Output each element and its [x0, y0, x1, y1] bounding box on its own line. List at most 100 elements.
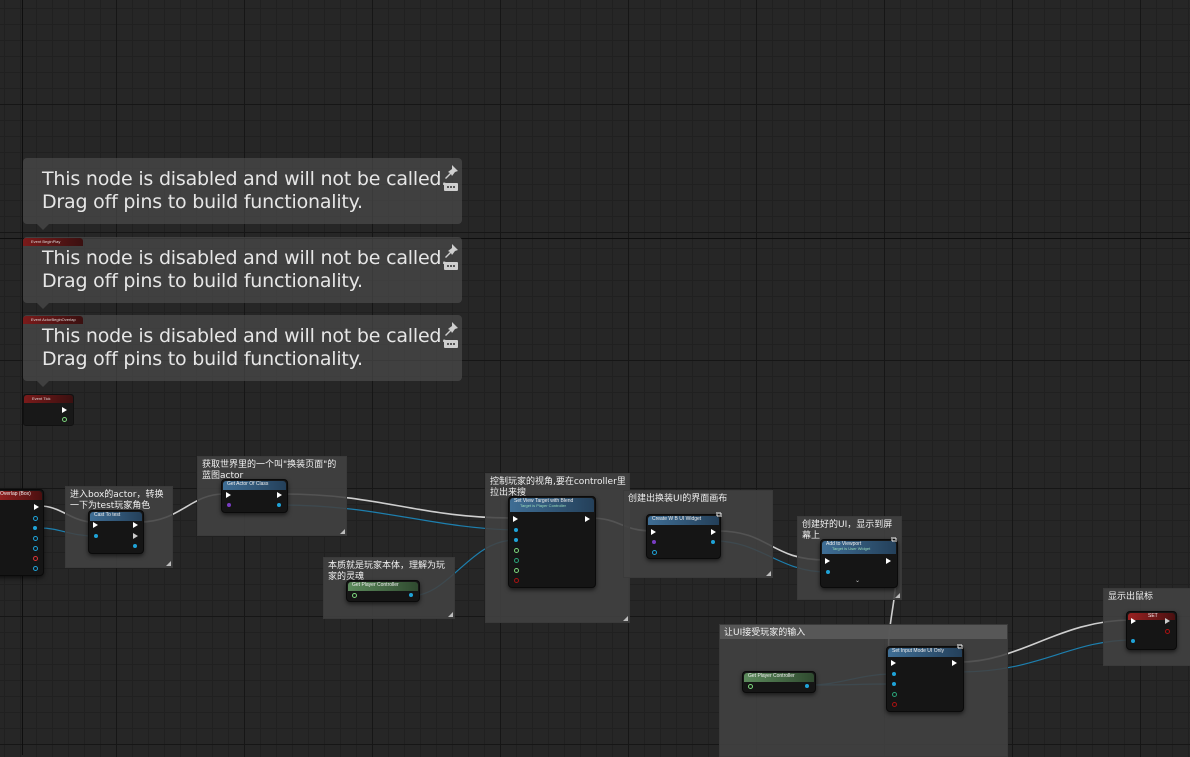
tooltip-tail — [37, 224, 49, 230]
struct-pin[interactable] — [33, 566, 38, 571]
mouse-lock-mode-pin[interactable] — [892, 692, 897, 697]
comment-bubble-icon[interactable] — [443, 182, 459, 194]
set-show-mouse-cursor-node[interactable]: SET — [1126, 611, 1177, 650]
pin-icon[interactable] — [443, 321, 459, 337]
blend-exp-pin[interactable] — [514, 568, 519, 573]
get-actor-of-class-node[interactable]: Get Actor Of Class — [221, 479, 288, 513]
object-pin[interactable] — [33, 516, 38, 521]
exec-output-pin[interactable] — [1165, 618, 1170, 624]
tooltip-line-2: Drag off pins to build functionality. — [42, 270, 363, 292]
exec-input-pin[interactable] — [651, 529, 656, 535]
add-to-viewport-node[interactable]: Add to Viewport Target is User Widget ⧉ … — [820, 535, 898, 588]
event-node-label: Event BeginPlay — [31, 239, 61, 244]
node-title: Get Player Controller — [748, 673, 795, 679]
exec-output-pin[interactable] — [34, 504, 39, 510]
node-title: Overlap (Box) — [0, 491, 31, 497]
latent-function-icon: ⧉ — [957, 642, 963, 651]
player-index-pin[interactable] — [352, 593, 357, 598]
class-input-pin[interactable] — [227, 503, 231, 507]
node-title: Set Input Mode UI Only — [892, 648, 944, 654]
event-overlap-node[interactable]: Event ActorBeginOverlap — [23, 316, 83, 324]
node-title: SET — [1148, 613, 1158, 619]
node-subtitle: Target is Player Controller — [520, 503, 567, 508]
tooltip-line-1: This node is disabled and will not be ca… — [42, 247, 448, 269]
exec-output-pin[interactable] — [133, 522, 138, 528]
return-value-pin[interactable] — [805, 684, 809, 688]
comment-bubble-icon[interactable] — [443, 261, 459, 273]
latent-function-icon: ⧉ — [891, 535, 897, 544]
tooltip-line-1: This node is disabled and will not be ca… — [42, 168, 448, 190]
event-node-label: Event ActorBeginOverlap — [31, 317, 76, 322]
comment-bubble-icon[interactable] — [443, 339, 459, 351]
return-value-pin[interactable] — [409, 593, 413, 597]
bool-pin[interactable] — [1165, 629, 1170, 634]
exec-input-pin[interactable] — [891, 660, 896, 666]
disabled-node-tooltip: This node is disabled and will not be ca… — [23, 315, 462, 387]
resize-handle[interactable] — [448, 612, 453, 617]
node-subtitle: Target is User Widget — [832, 546, 871, 551]
object-pin[interactable] — [33, 526, 37, 530]
flush-input-pin[interactable] — [892, 702, 897, 707]
get-player-controller-node[interactable]: Get Player Controller — [742, 671, 816, 693]
node-title: Create W B UI Widget — [652, 516, 702, 522]
resize-handle[interactable] — [340, 529, 345, 534]
get-player-controller-node[interactable]: Get Player Controller — [346, 580, 420, 602]
exec-output-pin[interactable] — [585, 516, 590, 522]
class-pin[interactable] — [652, 540, 656, 544]
set-input-mode-node[interactable]: Set Input Mode UI Only ⧉ — [886, 642, 964, 712]
exec-input-pin[interactable] — [93, 522, 98, 528]
return-value-pin[interactable] — [711, 540, 715, 544]
latent-function-icon: ⧉ — [716, 510, 722, 519]
exec-input-pin[interactable] — [825, 558, 830, 564]
tooltip-tail — [37, 303, 49, 309]
owning-player-pin[interactable] — [652, 550, 657, 555]
resize-handle[interactable] — [895, 593, 900, 598]
target-pin[interactable] — [826, 570, 830, 574]
target-pin[interactable] — [1131, 639, 1135, 643]
tooltip-line-1: This node is disabled and will not be ca… — [42, 325, 448, 347]
exec-output-pin[interactable] — [62, 407, 67, 413]
resize-handle[interactable] — [623, 616, 628, 621]
resize-handle[interactable] — [766, 571, 771, 576]
target-pin[interactable] — [514, 528, 518, 532]
exec-input-pin[interactable] — [1131, 618, 1136, 624]
exec-input-pin[interactable] — [513, 516, 518, 522]
object-input-pin[interactable] — [94, 534, 98, 538]
create-widget-node[interactable]: Create W B UI Widget ⧉ — [646, 510, 722, 559]
blend-time-pin[interactable] — [514, 548, 519, 553]
blend-func-pin[interactable] — [514, 558, 519, 563]
player-controller-pin[interactable] — [892, 672, 896, 676]
tooltip-tail — [37, 381, 49, 387]
exec-output-pin[interactable] — [886, 558, 891, 564]
expand-chevron-icon[interactable]: ⌄ — [855, 577, 860, 584]
cast-node[interactable]: Cast To test — [88, 510, 144, 554]
lock-outgoing-pin[interactable] — [514, 578, 519, 583]
comment-title: 进入box的actor，转换一下为test玩家角色 — [70, 490, 164, 511]
exec-output-pin[interactable] — [952, 660, 957, 666]
overlap-event-node[interactable]: Overlap (Box) — [0, 489, 44, 576]
set-view-target-node[interactable]: Set View Target with Blend Target is Pla… — [508, 496, 596, 588]
widget-to-focus-pin[interactable] — [892, 682, 896, 686]
tooltip-line-2: Drag off pins to build functionality. — [42, 191, 363, 213]
as-test-pin[interactable] — [133, 544, 137, 548]
player-index-pin[interactable] — [748, 684, 753, 689]
exec-input-pin[interactable] — [226, 492, 231, 498]
exec-output-pin[interactable] — [277, 492, 282, 498]
node-title: Get Actor Of Class — [227, 481, 269, 487]
int-pin[interactable] — [33, 556, 38, 561]
object-pin[interactable] — [33, 546, 38, 551]
resize-handle[interactable] — [166, 561, 171, 566]
pin-icon[interactable] — [443, 164, 459, 180]
cast-failed-pin[interactable] — [133, 533, 138, 539]
disabled-node-tooltip: This node is disabled and will not be ca… — [23, 158, 462, 230]
comment-title: 显示出鼠标 — [1108, 592, 1154, 602]
pin-icon[interactable] — [443, 243, 459, 259]
float-output-pin[interactable] — [62, 417, 67, 422]
exec-output-pin[interactable] — [711, 529, 716, 535]
object-pin[interactable] — [33, 536, 38, 541]
event-tick-node[interactable]: Event Tick — [23, 394, 74, 426]
return-value-pin[interactable] — [277, 503, 281, 507]
new-view-target-pin[interactable] — [514, 538, 518, 542]
node-title: Get Player Controller — [352, 582, 399, 588]
event-begin-play-node[interactable]: Event BeginPlay — [23, 238, 83, 246]
